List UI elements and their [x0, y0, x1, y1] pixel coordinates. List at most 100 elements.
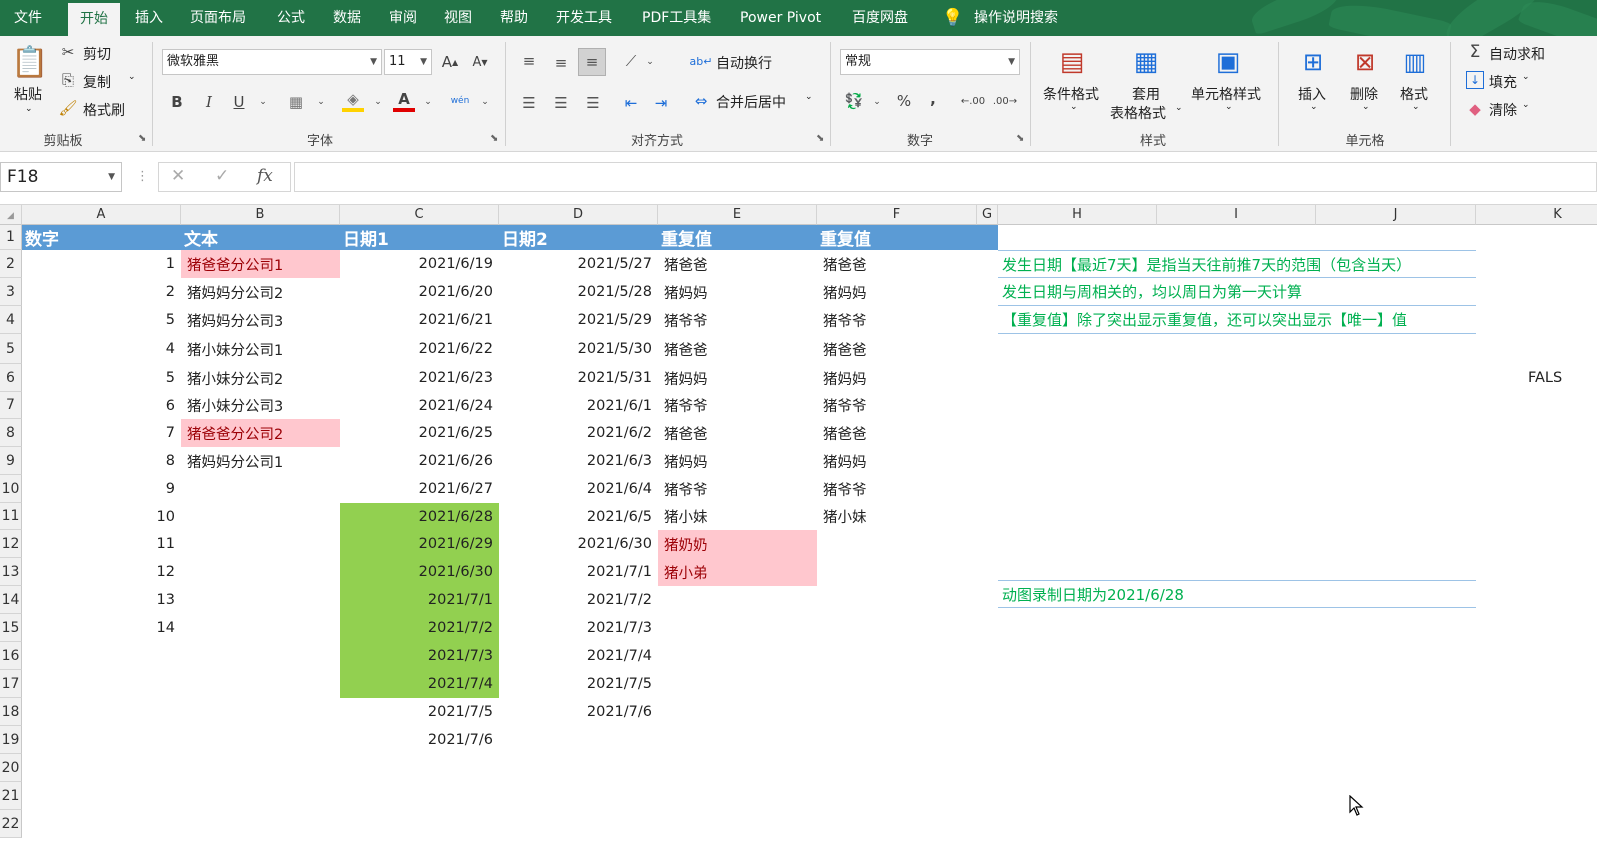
cell-e12[interactable]: 猪奶奶	[658, 530, 817, 558]
column-header-c[interactable]: C	[340, 205, 499, 225]
column-header-e[interactable]: E	[658, 205, 817, 225]
cell-d2[interactable]: 2021/5/27	[499, 250, 658, 278]
cell-f8[interactable]: 猪爸爸	[817, 419, 977, 447]
underline-button[interactable]: U	[230, 92, 248, 112]
dialog-launcher-icon[interactable]: ⬊	[816, 133, 824, 144]
cell-c15[interactable]: 2021/7/2	[340, 614, 499, 642]
decrease-font-icon[interactable]: A ▼	[470, 52, 490, 72]
cell-d10[interactable]: 2021/6/4	[499, 475, 658, 503]
cell-b5[interactable]: 猪小妹分公司1	[181, 334, 340, 364]
cell-f3[interactable]: 猪妈妈	[817, 278, 977, 306]
row-header-22[interactable]: 22	[0, 810, 22, 838]
header-cell-b[interactable]: 文本	[181, 225, 340, 250]
cell-d14[interactable]: 2021/7/2	[499, 586, 658, 614]
cell-b8[interactable]: 猪爸爸分公司2	[181, 419, 340, 447]
column-header-a[interactable]: A	[22, 205, 181, 225]
cell-f4[interactable]: 猪爷爷	[817, 306, 977, 334]
column-header-g[interactable]: G	[977, 205, 998, 225]
decrease-decimal-icon[interactable]: .00→	[992, 90, 1018, 112]
phonetic-guide-icon[interactable]: wén	[448, 90, 472, 112]
row-header-8[interactable]: 8	[0, 419, 22, 447]
font-name-dropdown[interactable]: 微软雅黑 ▼	[162, 49, 382, 75]
cell-f11[interactable]: 猪小妹	[817, 503, 977, 530]
percent-button[interactable]: %	[893, 90, 915, 112]
number-format-dropdown[interactable]: 常规 ▼	[840, 49, 1020, 75]
row-header-14[interactable]: 14	[0, 586, 22, 614]
cell-c4[interactable]: 2021/6/21	[340, 306, 499, 334]
tab-baidu-netdisk[interactable]: 百度网盘	[852, 0, 908, 36]
increase-decimal-icon[interactable]: ←.00	[960, 90, 986, 112]
cell-d13[interactable]: 2021/7/1	[499, 558, 658, 586]
worksheet-grid[interactable]: ◢ A B C D E F G H I J K 1 2 3 4 5 6 7 8 9 10 11 12 13 14 15 16 17 18…	[0, 205, 1597, 855]
cell-e10[interactable]: 猪爷爷	[658, 475, 817, 503]
italic-button[interactable]: I	[200, 92, 218, 112]
cell-a2[interactable]: 1	[22, 250, 181, 278]
cell-d6[interactable]: 2021/5/31	[499, 364, 658, 392]
chevron-down-icon[interactable]: ⌄	[480, 94, 490, 110]
cell-a8[interactable]: 7	[22, 419, 181, 447]
select-all-corner[interactable]: ◢	[0, 205, 22, 225]
cell-a12[interactable]: 11	[22, 530, 181, 558]
cell-f6[interactable]: 猪妈妈	[817, 364, 977, 392]
cell-c11[interactable]: 2021/6/28	[340, 503, 499, 530]
cell-a9[interactable]: 8	[22, 447, 181, 475]
tab-power-pivot[interactable]: Power Pivot	[740, 0, 821, 36]
row-header-3[interactable]: 3	[0, 278, 22, 306]
row-header-16[interactable]: 16	[0, 642, 22, 670]
cell-d16[interactable]: 2021/7/4	[499, 642, 658, 670]
cell-d5[interactable]: 2021/5/30	[499, 334, 658, 364]
increase-indent-icon[interactable]: ⇥	[650, 92, 672, 114]
note-line-2[interactable]: 发生日期与周相关的，均以周日为第一天计算	[998, 278, 1476, 306]
cell-c17[interactable]: 2021/7/4	[340, 670, 499, 698]
tab-data[interactable]: 数据	[333, 0, 361, 36]
row-header-4[interactable]: 4	[0, 306, 22, 334]
cell-e9[interactable]: 猪妈妈	[658, 447, 817, 475]
row-header-2[interactable]: 2	[0, 250, 22, 278]
cell-a10[interactable]: 9	[22, 475, 181, 503]
font-size-dropdown[interactable]: 11 ▼	[384, 49, 432, 75]
cell-d12[interactable]: 2021/6/30	[499, 530, 658, 558]
tab-formulas[interactable]: 公式	[277, 0, 305, 36]
tab-insert[interactable]: 插入	[135, 0, 163, 36]
column-header-d[interactable]: D	[499, 205, 658, 225]
cancel-icon[interactable]: ✕	[171, 166, 185, 186]
row-header-6[interactable]: 6	[0, 364, 22, 392]
cell-c5[interactable]: 2021/6/22	[340, 334, 499, 364]
bold-button[interactable]: B	[168, 92, 186, 112]
cell-a3[interactable]: 2	[22, 278, 181, 306]
decrease-indent-icon[interactable]: ⇤	[620, 92, 642, 114]
row-header-12[interactable]: 12	[0, 530, 22, 558]
cell-b6[interactable]: 猪小妹分公司2	[181, 364, 340, 392]
cell-c19[interactable]: 2021/7/6	[340, 726, 499, 754]
tell-me-search[interactable]: 操作说明搜索	[974, 0, 1058, 36]
tab-home[interactable]: 开始	[68, 0, 120, 36]
column-header-j[interactable]: J	[1316, 205, 1476, 225]
cell-a13[interactable]: 12	[22, 558, 181, 586]
cell-f10[interactable]: 猪爷爷	[817, 475, 977, 503]
cell-b2[interactable]: 猪爸爸分公司1	[181, 250, 340, 278]
tab-review[interactable]: 审阅	[389, 0, 417, 36]
currency-icon[interactable]: 💱	[842, 90, 866, 112]
cell-b7[interactable]: 猪小妹分公司3	[181, 392, 340, 419]
chevron-down-icon[interactable]: ⌄	[316, 94, 326, 110]
fill-color-icon[interactable]: ◈	[342, 90, 364, 112]
cell-e4[interactable]: 猪爷爷	[658, 306, 817, 334]
chevron-down-icon[interactable]: ⌄	[872, 94, 882, 110]
cell-e2[interactable]: 猪爸爸	[658, 250, 817, 278]
dialog-launcher-icon[interactable]: ⬊	[1016, 133, 1024, 144]
cell-c2[interactable]: 2021/6/19	[340, 250, 499, 278]
cell-d18[interactable]: 2021/7/6	[499, 698, 658, 726]
cell-f9[interactable]: 猪妈妈	[817, 447, 977, 475]
cell-b4[interactable]: 猪妈妈分公司3	[181, 306, 340, 334]
comma-button[interactable]: ,	[925, 88, 941, 110]
row-header-9[interactable]: 9	[0, 447, 22, 475]
cell-f2[interactable]: 猪爸爸	[817, 250, 977, 278]
chevron-down-icon[interactable]: ⌄	[645, 54, 655, 70]
row-header-11[interactable]: 11	[0, 503, 22, 530]
formula-input[interactable]	[294, 162, 1597, 192]
cell-d15[interactable]: 2021/7/3	[499, 614, 658, 642]
font-color-icon[interactable]: A	[393, 90, 415, 112]
orientation-icon[interactable]: ⟋	[620, 50, 642, 72]
cell-a4[interactable]: 5	[22, 306, 181, 334]
tab-pdf-tools[interactable]: PDF工具集	[642, 0, 711, 36]
